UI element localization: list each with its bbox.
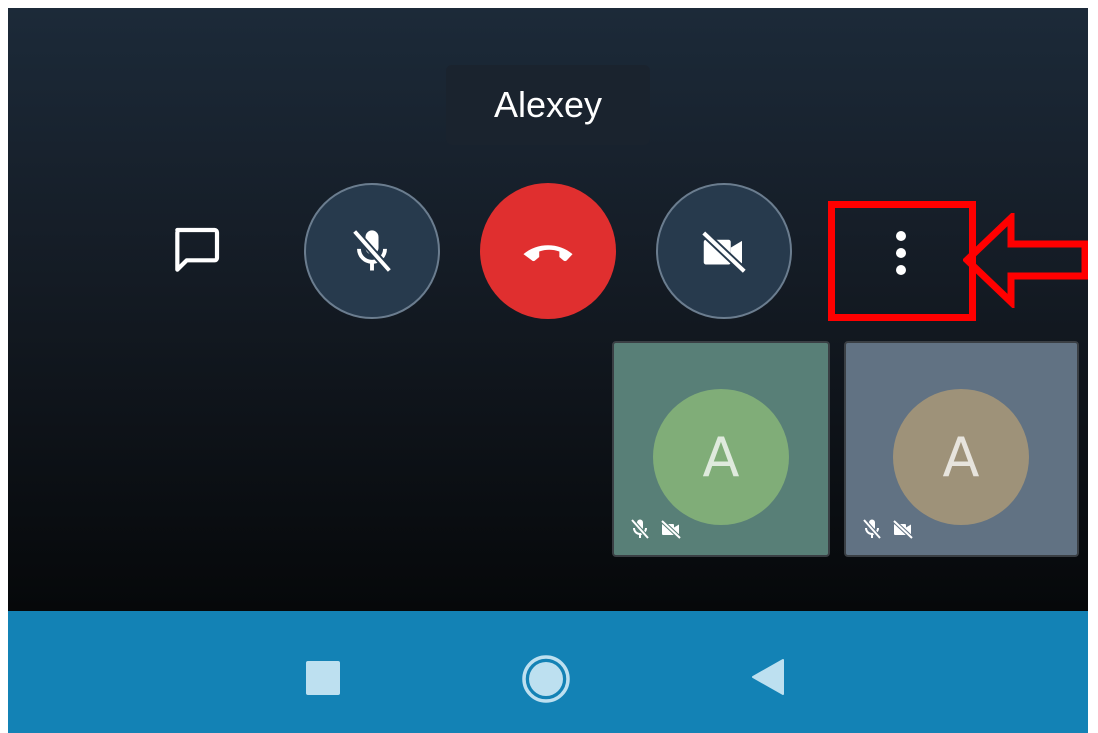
video-off-icon (701, 230, 747, 275)
hang-up-icon (523, 245, 573, 262)
square-icon (306, 661, 340, 695)
participant-tile[interactable]: A (844, 341, 1079, 557)
home-button[interactable] (516, 649, 576, 709)
system-navigation-bar (8, 611, 1088, 733)
hang-up-button[interactable] (480, 183, 616, 319)
circle-icon (522, 655, 570, 703)
app-frame: Alexey A A (8, 8, 1088, 733)
participant-name: Alexey (493, 84, 603, 125)
annotation-arrow-icon (963, 213, 1088, 308)
chat-button[interactable] (158, 213, 234, 289)
call-screen: Alexey A A (8, 8, 1088, 611)
back-triangle-icon (752, 659, 784, 695)
mic-off-icon (351, 228, 393, 274)
tile-status (628, 517, 684, 541)
more-vertical-icon (895, 231, 906, 275)
mic-off-icon (862, 518, 882, 540)
mute-mic-button[interactable] (304, 183, 440, 319)
avatar-initial: A (702, 425, 740, 489)
video-off-icon (660, 519, 682, 540)
more-options-button[interactable] (838, 203, 963, 303)
recents-button[interactable] (298, 653, 348, 703)
video-off-icon (892, 519, 914, 540)
participant-tile[interactable]: A (612, 341, 830, 557)
toggle-camera-button[interactable] (656, 183, 792, 319)
chat-icon (175, 227, 220, 272)
avatar: A (653, 389, 789, 525)
back-button[interactable] (748, 657, 788, 697)
avatar: A (893, 389, 1029, 525)
mic-off-icon (630, 518, 650, 540)
avatar-initial: A (942, 425, 980, 489)
participant-name-label: Alexey (446, 65, 650, 145)
tile-status (860, 517, 916, 541)
